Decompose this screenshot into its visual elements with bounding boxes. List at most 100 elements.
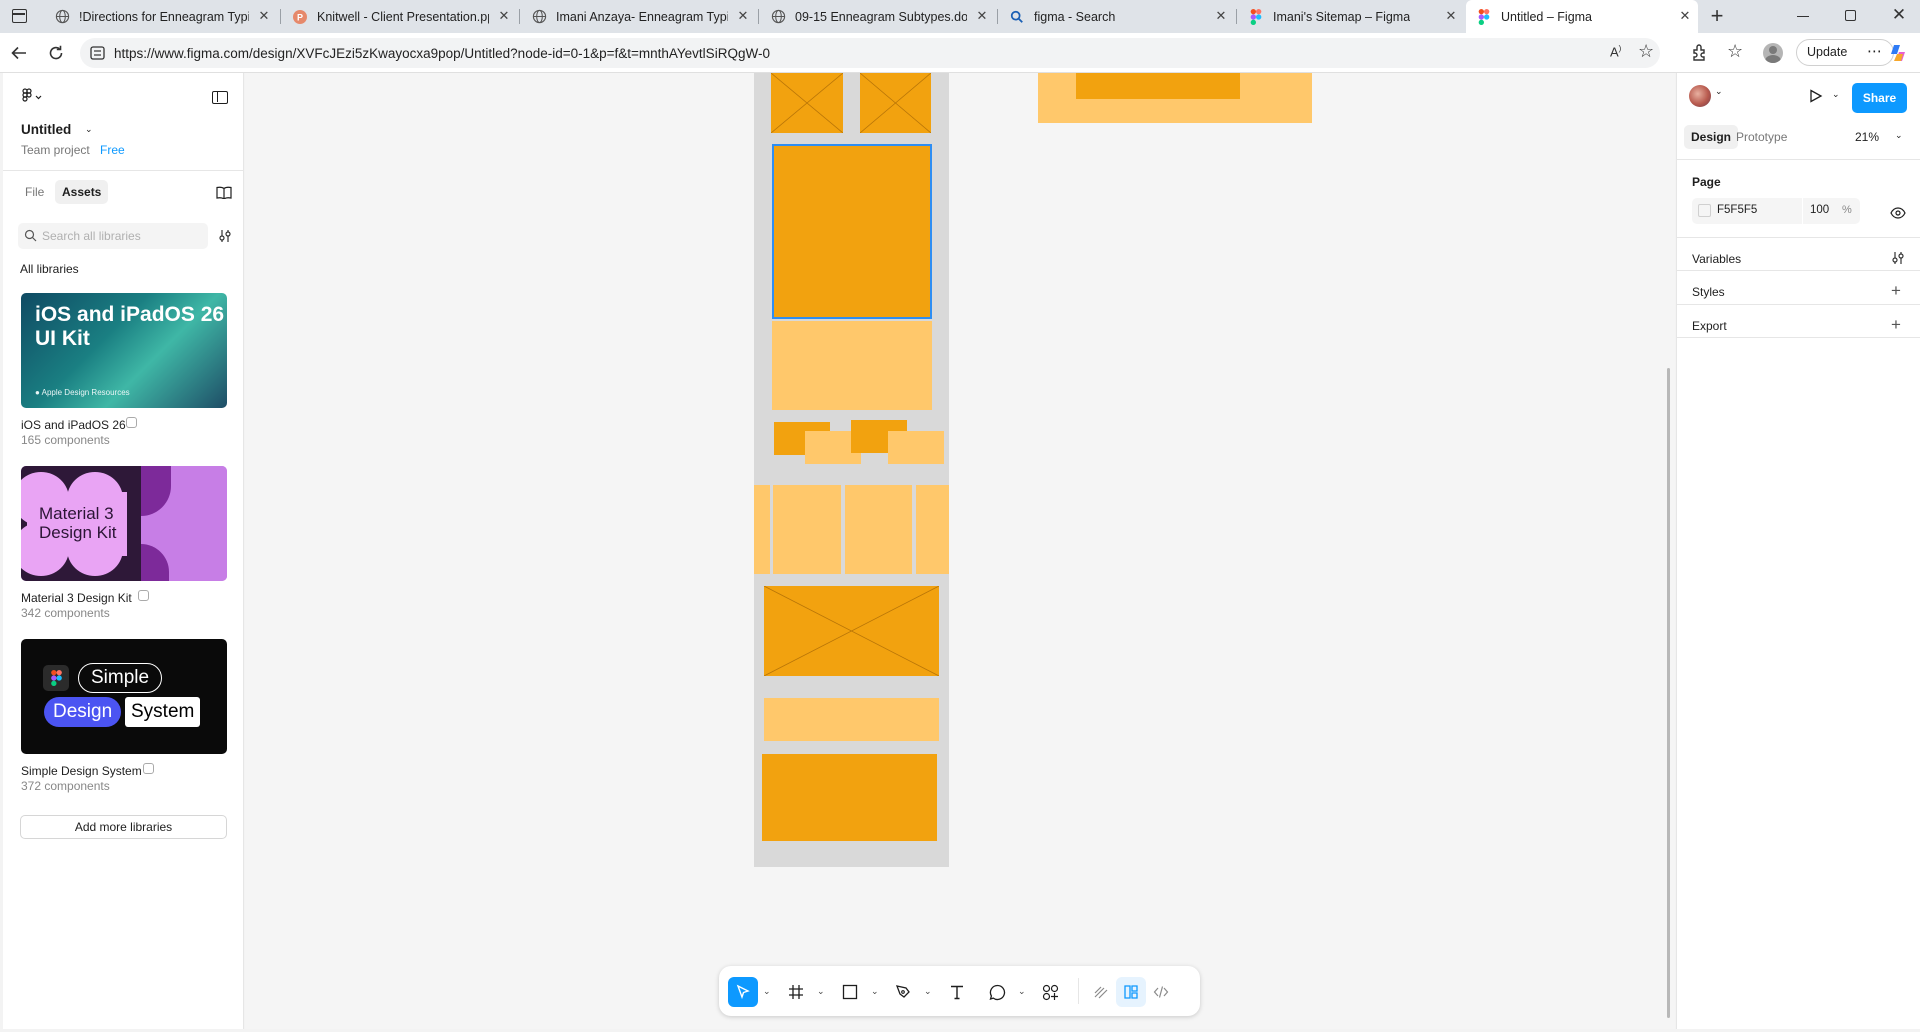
chevron-down-icon[interactable]: ⌄ <box>85 124 93 135</box>
browser-tab-directions[interactable]: !Directions for Enneagram Typing ✕ <box>44 0 277 33</box>
add-style-icon[interactable]: + <box>1891 282 1901 299</box>
rectangle[interactable] <box>754 485 770 574</box>
minimize-icon[interactable] <box>1797 16 1809 18</box>
rectangle[interactable] <box>845 485 912 574</box>
chevron-down-icon[interactable]: ⌄ <box>1895 130 1903 141</box>
rectangle[interactable] <box>1076 73 1240 99</box>
rectangle[interactable] <box>888 431 944 464</box>
profile-avatar-icon[interactable] <box>1763 43 1783 63</box>
close-icon[interactable]: ✕ <box>257 9 271 23</box>
tab-prototype[interactable]: Prototype <box>1729 125 1794 149</box>
back-icon[interactable] <box>9 43 29 63</box>
page-opacity-value[interactable]: 100 <box>1810 204 1829 216</box>
add-export-icon[interactable]: + <box>1891 316 1901 333</box>
library-card-simple[interactable]: Simple Design System <box>21 639 227 754</box>
chevron-down-icon[interactable]: ⌄ <box>924 987 932 996</box>
rectangle[interactable] <box>772 321 932 410</box>
move-tool-button[interactable] <box>728 977 758 1007</box>
avatar[interactable] <box>1689 85 1711 107</box>
rectangle[interactable] <box>762 754 937 841</box>
rectangle[interactable] <box>764 698 939 741</box>
window-close-icon[interactable]: ✕ <box>1890 6 1908 24</box>
image-placeholder[interactable] <box>764 586 939 676</box>
share-button[interactable]: Share <box>1852 83 1907 113</box>
rectangle[interactable] <box>916 485 949 574</box>
text-tool-button[interactable] <box>942 977 972 1007</box>
dev-mode-button[interactable] <box>1146 977 1176 1007</box>
browser-tab-imani-enneagram[interactable]: Imani Anzaya- Enneagram Typing ✕ <box>521 0 756 33</box>
page-color-value[interactable]: F5F5F5 <box>1717 204 1757 216</box>
shape-tool-button[interactable] <box>835 977 865 1007</box>
library-search-input[interactable]: Search all libraries <box>18 223 208 249</box>
url-field[interactable]: https://www.figma.com/design/XVFcJEzi5zK… <box>80 38 1660 68</box>
file-title[interactable]: Untitled <box>21 122 71 137</box>
export-section-title[interactable]: Export <box>1692 319 1727 333</box>
restore-icon[interactable] <box>1845 10 1856 21</box>
browser-tab-knitwell[interactable]: P Knitwell - Client Presentation.pptx ✕ <box>282 0 517 33</box>
chevron-down-icon[interactable]: ⌄ <box>1715 86 1723 97</box>
close-icon[interactable]: ✕ <box>975 9 989 23</box>
library-name[interactable]: Material 3 Design Kit <box>21 591 132 605</box>
site-info-icon[interactable] <box>90 46 105 60</box>
eye-icon[interactable] <box>1890 206 1906 219</box>
browser-tab-sitemap[interactable]: Imani's Sitemap – Figma ✕ <box>1238 0 1464 33</box>
draw-mode-button[interactable] <box>1086 977 1116 1007</box>
chevron-down-icon[interactable]: ⌄ <box>871 987 879 996</box>
canvas-scrollbar[interactable] <box>1667 368 1670 1018</box>
library-book-icon[interactable] <box>216 186 232 200</box>
rectangle[interactable] <box>773 485 841 574</box>
close-icon[interactable]: ✕ <box>1444 9 1458 23</box>
comment-tool-button[interactable] <box>982 977 1012 1007</box>
image-placeholder[interactable] <box>860 73 931 133</box>
pen-tool-button[interactable] <box>889 977 919 1007</box>
figma-menu-icon[interactable] <box>22 88 44 104</box>
tab-file[interactable]: File <box>18 180 51 204</box>
filter-icon[interactable] <box>218 229 232 243</box>
variables-section-title[interactable]: Variables <box>1692 252 1741 266</box>
color-swatch[interactable] <box>1698 204 1711 217</box>
tab-assets[interactable]: Assets <box>55 180 109 204</box>
library-name[interactable]: Simple Design System <box>21 764 142 778</box>
actions-tool-button[interactable] <box>1035 977 1065 1007</box>
add-more-libraries-button[interactable]: Add more libraries <box>20 815 227 839</box>
tab-actions-icon[interactable] <box>12 9 27 23</box>
library-card-ios[interactable]: iOS and iPadOS 26 UI Kit ● Apple Design … <box>21 293 227 408</box>
library-info-icon[interactable] <box>126 417 137 428</box>
image-placeholder[interactable] <box>771 73 843 133</box>
browser-tab-untitled-figma[interactable]: Untitled – Figma ✕ <box>1466 0 1698 33</box>
styles-section-title[interactable]: Styles <box>1692 285 1725 299</box>
close-icon[interactable]: ✕ <box>1214 9 1228 23</box>
library-name[interactable]: iOS and iPadOS 26 <box>21 418 126 432</box>
chevron-down-icon[interactable]: ⌄ <box>1832 89 1840 100</box>
present-icon[interactable] <box>1809 89 1823 103</box>
browser-tab-figma-search[interactable]: figma - Search ✕ <box>999 0 1234 33</box>
selected-rectangle[interactable] <box>772 144 932 319</box>
library-info-icon[interactable] <box>143 763 154 774</box>
chevron-down-icon[interactable]: ⌄ <box>763 987 771 996</box>
variables-settings-icon[interactable] <box>1891 251 1905 265</box>
read-aloud-icon[interactable]: A) <box>1610 44 1621 59</box>
update-button[interactable]: Update ⋯ <box>1796 39 1894 66</box>
zoom-level[interactable]: 21% <box>1855 130 1879 144</box>
sidebar-toggle-icon[interactable] <box>212 91 228 104</box>
design-mode-button[interactable] <box>1116 977 1146 1007</box>
refresh-icon[interactable] <box>46 43 66 63</box>
chevron-down-icon[interactable]: ⌄ <box>817 987 825 996</box>
new-tab-icon[interactable]: + <box>1707 5 1727 27</box>
extensions-icon[interactable] <box>1690 42 1710 62</box>
chevron-down-icon[interactable]: ⌄ <box>1018 987 1026 996</box>
page-color-field[interactable]: F5F5F5 100 % <box>1692 198 1860 224</box>
design-canvas[interactable] <box>245 73 1675 1029</box>
plan-badge[interactable]: Free <box>100 143 125 157</box>
copilot-icon[interactable] <box>1888 43 1908 63</box>
more-icon[interactable]: ⋯ <box>1867 39 1882 64</box>
browser-tab-subtypes[interactable]: 09-15 Enneagram Subtypes.docx ✕ <box>760 0 995 33</box>
close-icon[interactable]: ✕ <box>1678 9 1692 23</box>
library-info-icon[interactable] <box>138 590 149 601</box>
frame-tool-button[interactable] <box>781 977 811 1007</box>
close-icon[interactable]: ✕ <box>736 9 750 23</box>
library-card-material[interactable]: Material 3 Design Kit <box>21 466 227 581</box>
favorites-icon[interactable]: ☆ <box>1727 41 1743 62</box>
close-icon[interactable]: ✕ <box>497 9 511 23</box>
favorite-star-icon[interactable]: ☆ <box>1638 41 1654 62</box>
